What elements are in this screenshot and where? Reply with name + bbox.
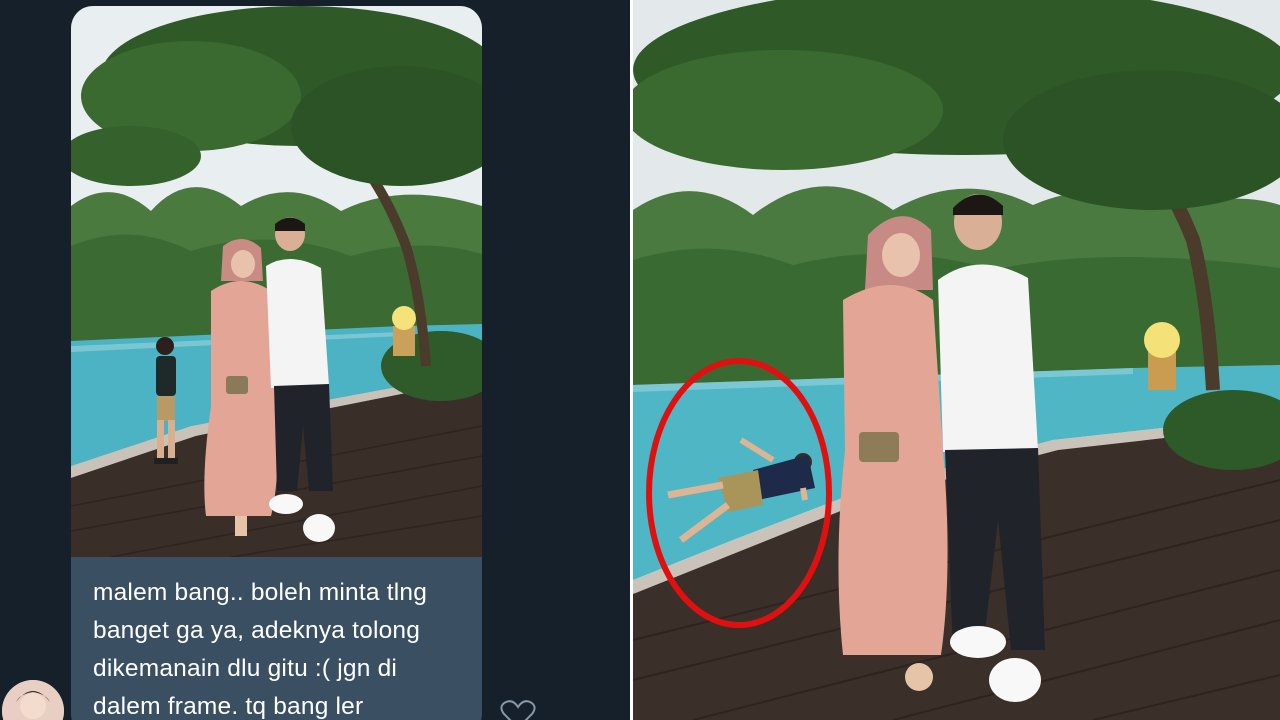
edited-photo[interactable] [633, 0, 1280, 720]
dm-screenshot-panel: malem bang.. boleh minta tlng banget ga … [0, 0, 630, 720]
message-line: malem bang.. boleh minta tlng [93, 579, 428, 606]
message-line: dalem frame. tq bang ler [93, 693, 364, 720]
message-text: malem bang.. boleh minta tlng banget ga … [93, 574, 473, 720]
message-line: dikemanain dlu gitu :( jgn di [93, 655, 398, 682]
original-photo[interactable] [71, 6, 482, 557]
message-bubble: malem bang.. boleh minta tlng banget ga … [71, 6, 482, 720]
edited-photo-panel [633, 0, 1280, 720]
user-avatar[interactable] [2, 680, 64, 720]
heart-icon[interactable] [498, 700, 538, 720]
message-line: banget ga ya, adeknya tolong [93, 617, 421, 644]
